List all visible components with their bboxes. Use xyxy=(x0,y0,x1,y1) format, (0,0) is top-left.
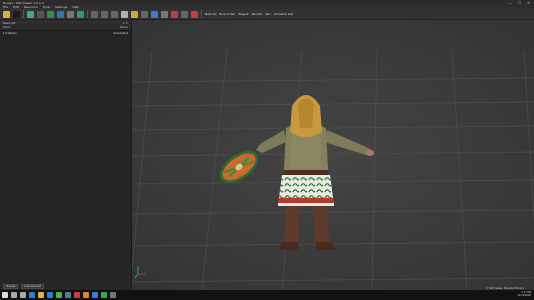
close-button[interactable]: ✕ xyxy=(527,1,530,5)
3d-viewport[interactable] xyxy=(132,20,534,290)
folder-icon[interactable] xyxy=(3,10,10,18)
chrome-icon[interactable] xyxy=(56,292,62,298)
edge-icon[interactable] xyxy=(29,292,35,298)
preview-button[interactable]: Preview xyxy=(3,283,19,289)
record-icon[interactable] xyxy=(171,10,178,18)
column-status[interactable]: Status xyxy=(120,26,128,29)
clock-date: 11/12/2020 xyxy=(517,294,531,298)
app-icon-orange[interactable] xyxy=(83,292,89,298)
viewport-canvas xyxy=(132,20,534,290)
texture-icon[interactable] xyxy=(47,10,54,18)
store-icon[interactable] xyxy=(47,292,53,298)
toolbar-skin[interactable]: Skin xyxy=(265,13,271,16)
refresh-icon[interactable] xyxy=(191,10,198,18)
bone-icon[interactable] xyxy=(101,10,108,18)
brush-icon[interactable] xyxy=(151,10,158,18)
list-item[interactable]: ▾ 0 (Mesh) Scene Root xyxy=(0,31,131,35)
explorer-icon[interactable] xyxy=(38,292,44,298)
camera-icon[interactable] xyxy=(141,10,148,18)
mesh-list-panel: Mesh list × ✕ Name Status ▾ 0 (Mesh) Sce… xyxy=(0,20,132,290)
panel-close-icon[interactable]: × ✕ xyxy=(122,21,128,25)
start-icon[interactable] xyxy=(2,292,8,298)
toolbar-mesh-list[interactable]: Mesh list xyxy=(205,13,216,16)
steam-icon[interactable] xyxy=(65,292,71,298)
toolbar-bone-limiter[interactable]: Bone limiter xyxy=(219,13,235,16)
toolbar: Mesh list Bone limiter Tangent Normals S… xyxy=(0,9,534,20)
noesis-icon[interactable] xyxy=(110,292,116,298)
toolbar-separator xyxy=(23,10,24,18)
scissors-icon[interactable] xyxy=(91,10,98,18)
maximize-button[interactable]: ☐ xyxy=(518,1,521,5)
light-icon[interactable] xyxy=(121,10,128,18)
status-bar: Preview Load selected xyxy=(0,282,131,290)
wireframe-icon[interactable] xyxy=(67,10,74,18)
toolbar-separator xyxy=(87,10,88,18)
taskbar: 3:17 PM 11/12/2020 xyxy=(0,290,534,300)
app-icon-red[interactable] xyxy=(74,292,80,298)
pencil-icon[interactable] xyxy=(111,10,118,18)
toolbar-separator xyxy=(201,10,202,18)
minimize-button[interactable]: — xyxy=(508,1,512,5)
toolbar-animation-skip[interactable]: Animation skip xyxy=(274,13,293,16)
toolbar-tangent[interactable]: Tangent xyxy=(238,13,248,16)
column-name[interactable]: Name xyxy=(3,26,11,29)
panel-title: Mesh list xyxy=(3,20,16,25)
app-icon-blue[interactable] xyxy=(92,292,98,298)
toolbar-normals[interactable]: Normals xyxy=(252,13,263,16)
taskview-icon[interactable] xyxy=(20,292,26,298)
export-icon[interactable] xyxy=(13,10,20,18)
axis-icon[interactable] xyxy=(161,10,168,18)
material-icon[interactable] xyxy=(57,10,64,18)
grid-icon[interactable] xyxy=(37,10,44,18)
list-item-status: Scene Root xyxy=(113,31,128,35)
search-taskbar-icon[interactable] xyxy=(11,292,17,298)
load-selected-button[interactable]: Load selected xyxy=(21,283,44,289)
bulb-icon[interactable] xyxy=(131,10,138,18)
list-item-name: ▾ 0 (Mesh) xyxy=(3,31,17,35)
mesh-icon[interactable] xyxy=(27,10,34,18)
window-title: Noesis - GW Viewer 1.0.1.0 xyxy=(3,0,44,5)
app-icon-green[interactable] xyxy=(101,292,107,298)
globe-icon[interactable] xyxy=(77,10,84,18)
system-clock[interactable]: 3:17 PM 11/12/2020 xyxy=(517,291,531,297)
stop-icon[interactable] xyxy=(181,10,188,18)
